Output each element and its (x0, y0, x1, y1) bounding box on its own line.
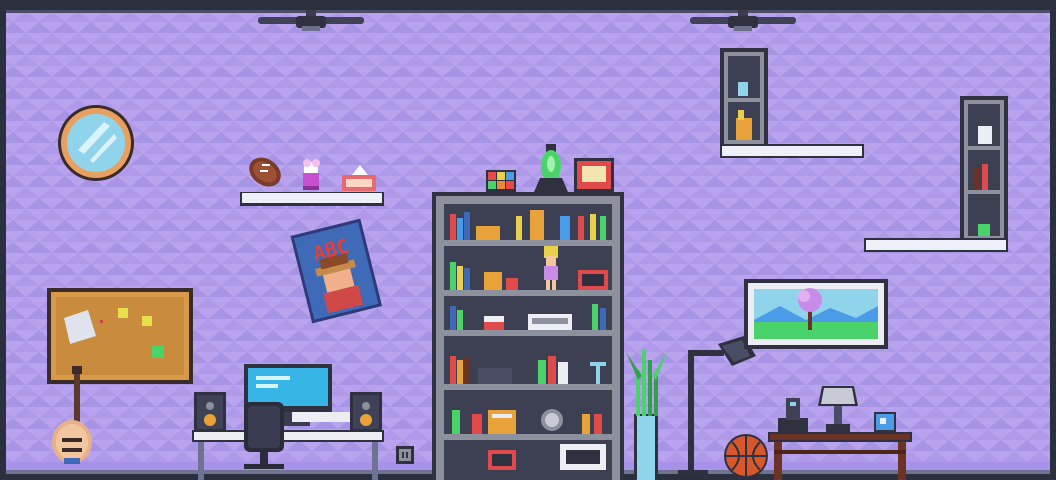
rubiks-cube (486, 170, 516, 194)
speaker-right (350, 392, 382, 432)
trophy (530, 210, 544, 240)
speaker-left (194, 392, 226, 432)
bedroom-scene: ABC (0, 0, 1056, 480)
landscape-painting (744, 279, 888, 349)
wall-outlet (396, 446, 414, 464)
wall-shelf-left (240, 192, 384, 206)
bedroom-canvas: ABC (0, 0, 1056, 480)
basketball (724, 434, 768, 478)
cork-board (47, 288, 193, 384)
round-mirror (58, 105, 134, 181)
flower-vase (303, 159, 320, 190)
retro-tv (574, 158, 614, 192)
mug (874, 412, 896, 432)
